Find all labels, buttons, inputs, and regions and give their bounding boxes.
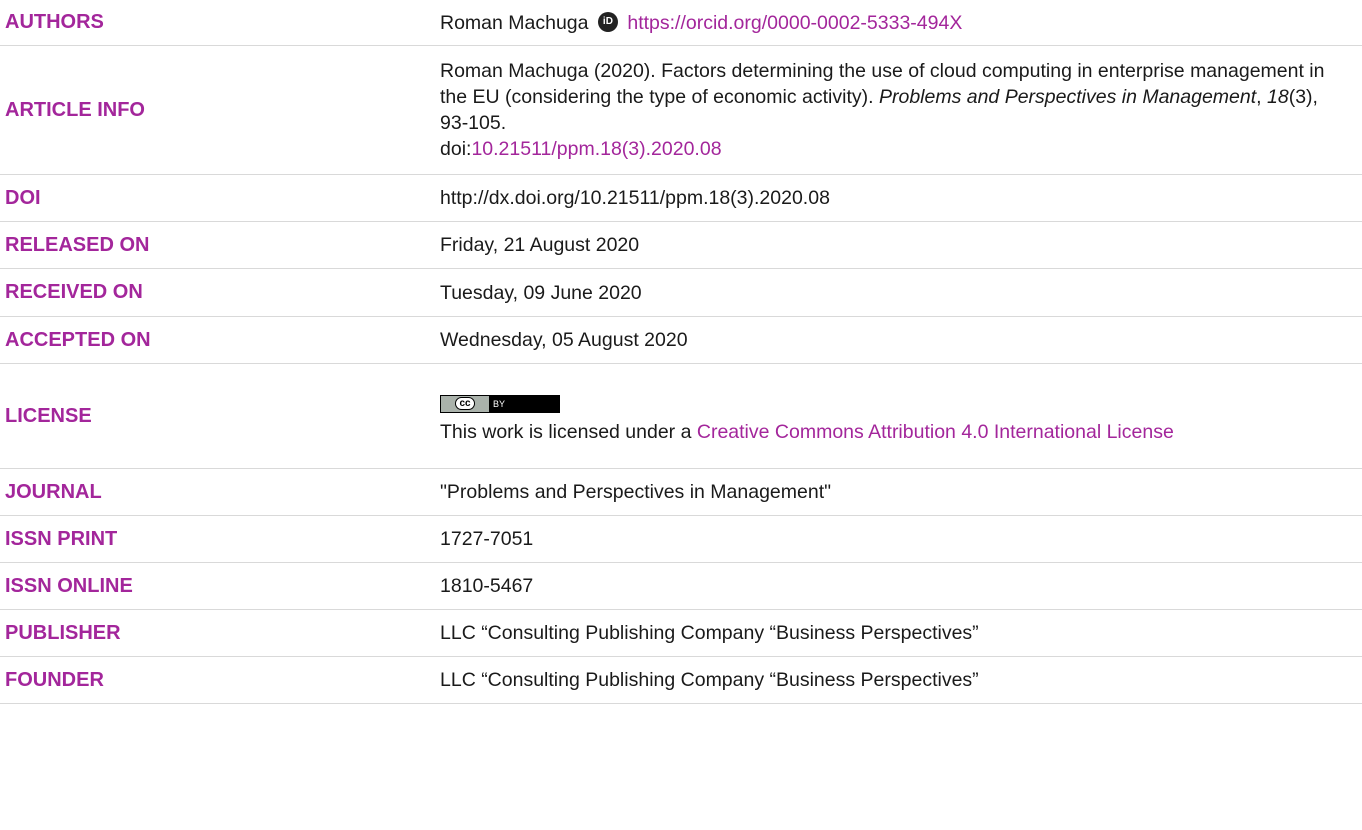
row-released-on: RELEASED ON Friday, 21 August 2020 bbox=[0, 222, 1362, 269]
citation-volume: 18 bbox=[1267, 86, 1289, 108]
released-on-label: RELEASED ON bbox=[5, 233, 150, 256]
license-value: cc BY This work is licensed under a Crea… bbox=[440, 387, 1362, 445]
released-on-value: Friday, 21 August 2020 bbox=[440, 234, 640, 256]
founder-label: FOUNDER bbox=[5, 668, 104, 691]
issn-print-label: ISSN PRINT bbox=[5, 527, 118, 550]
row-journal: JOURNAL "Problems and Perspectives in Ma… bbox=[0, 469, 1362, 516]
authors-value: Roman Machuga https://orcid.org/0000-000… bbox=[440, 10, 1362, 36]
author-name: Roman Machuga bbox=[440, 11, 589, 34]
received-on-value: Tuesday, 09 June 2020 bbox=[440, 281, 642, 304]
row-founder: FOUNDER LLC “Consulting Publishing Compa… bbox=[0, 657, 1362, 704]
row-accepted-on: ACCEPTED ON Wednesday, 05 August 2020 bbox=[0, 317, 1362, 364]
row-received-on: RECEIVED ON Tuesday, 09 June 2020 bbox=[0, 269, 1362, 317]
publisher-value: LLC “Consulting Publishing Company “Busi… bbox=[440, 622, 979, 644]
license-link[interactable]: Creative Commons Attribution 4.0 Interna… bbox=[697, 421, 1174, 443]
authors-label: AUTHORS bbox=[5, 11, 104, 33]
license-text: This work is licensed under a bbox=[440, 420, 692, 443]
article-info-value: Roman Machuga (2020). Factors determinin… bbox=[440, 58, 1362, 162]
citation-doi-prefix: doi: bbox=[440, 138, 472, 160]
received-on-label: RECEIVED ON bbox=[5, 281, 143, 303]
row-article-info: ARTICLE INFO Roman Machuga (2020). Facto… bbox=[0, 46, 1362, 175]
accepted-on-label: ACCEPTED ON bbox=[5, 328, 151, 351]
row-doi: DOI http://dx.doi.org/10.21511/ppm.18(3)… bbox=[0, 175, 1362, 222]
citation-comma: , bbox=[1256, 86, 1262, 108]
orcid-icon[interactable] bbox=[597, 11, 618, 32]
citation-doi-link[interactable]: 10.21511/ppm.18(3).2020.08 bbox=[471, 138, 721, 160]
doi-value: http://dx.doi.org/10.21511/ppm.18(3).202… bbox=[440, 187, 830, 209]
cc-badge-right: BY bbox=[489, 395, 559, 412]
row-issn-online: ISSN ONLINE 1810-5467 bbox=[0, 563, 1362, 610]
accepted-on-value: Wednesday, 05 August 2020 bbox=[440, 329, 688, 351]
founder-value: LLC “Consulting Publishing Company “Busi… bbox=[440, 669, 979, 691]
issn-online-value: 1810-5467 bbox=[440, 575, 534, 597]
issn-print-value: 1727-7051 bbox=[440, 528, 534, 550]
issn-online-label: ISSN ONLINE bbox=[5, 574, 133, 597]
cc-badge-left: cc bbox=[455, 397, 475, 411]
row-issn-print: ISSN PRINT 1727-7051 bbox=[0, 516, 1362, 563]
journal-label: JOURNAL bbox=[5, 480, 102, 503]
row-authors: AUTHORS Roman Machuga https://orcid.org/… bbox=[0, 0, 1362, 46]
row-license: LICENSE cc BY This work is licensed unde… bbox=[0, 364, 1362, 469]
citation-journal: Problems and Perspectives in Management bbox=[878, 86, 1257, 108]
article-info-label: ARTICLE INFO bbox=[5, 98, 145, 121]
cc-by-badge-icon[interactable]: cc BY bbox=[440, 394, 560, 413]
row-publisher: PUBLISHER LLC “Consulting Publishing Com… bbox=[0, 610, 1362, 657]
license-label: LICENSE bbox=[5, 404, 92, 427]
journal-value: "Problems and Perspectives in Management… bbox=[440, 481, 832, 503]
orcid-link[interactable]: https://orcid.org/0000-0002-5333-494X bbox=[627, 12, 962, 34]
doi-label: DOI bbox=[5, 186, 41, 209]
publisher-label: PUBLISHER bbox=[5, 621, 121, 644]
article-info-table: AUTHORS Roman Machuga https://orcid.org/… bbox=[0, 0, 1362, 704]
